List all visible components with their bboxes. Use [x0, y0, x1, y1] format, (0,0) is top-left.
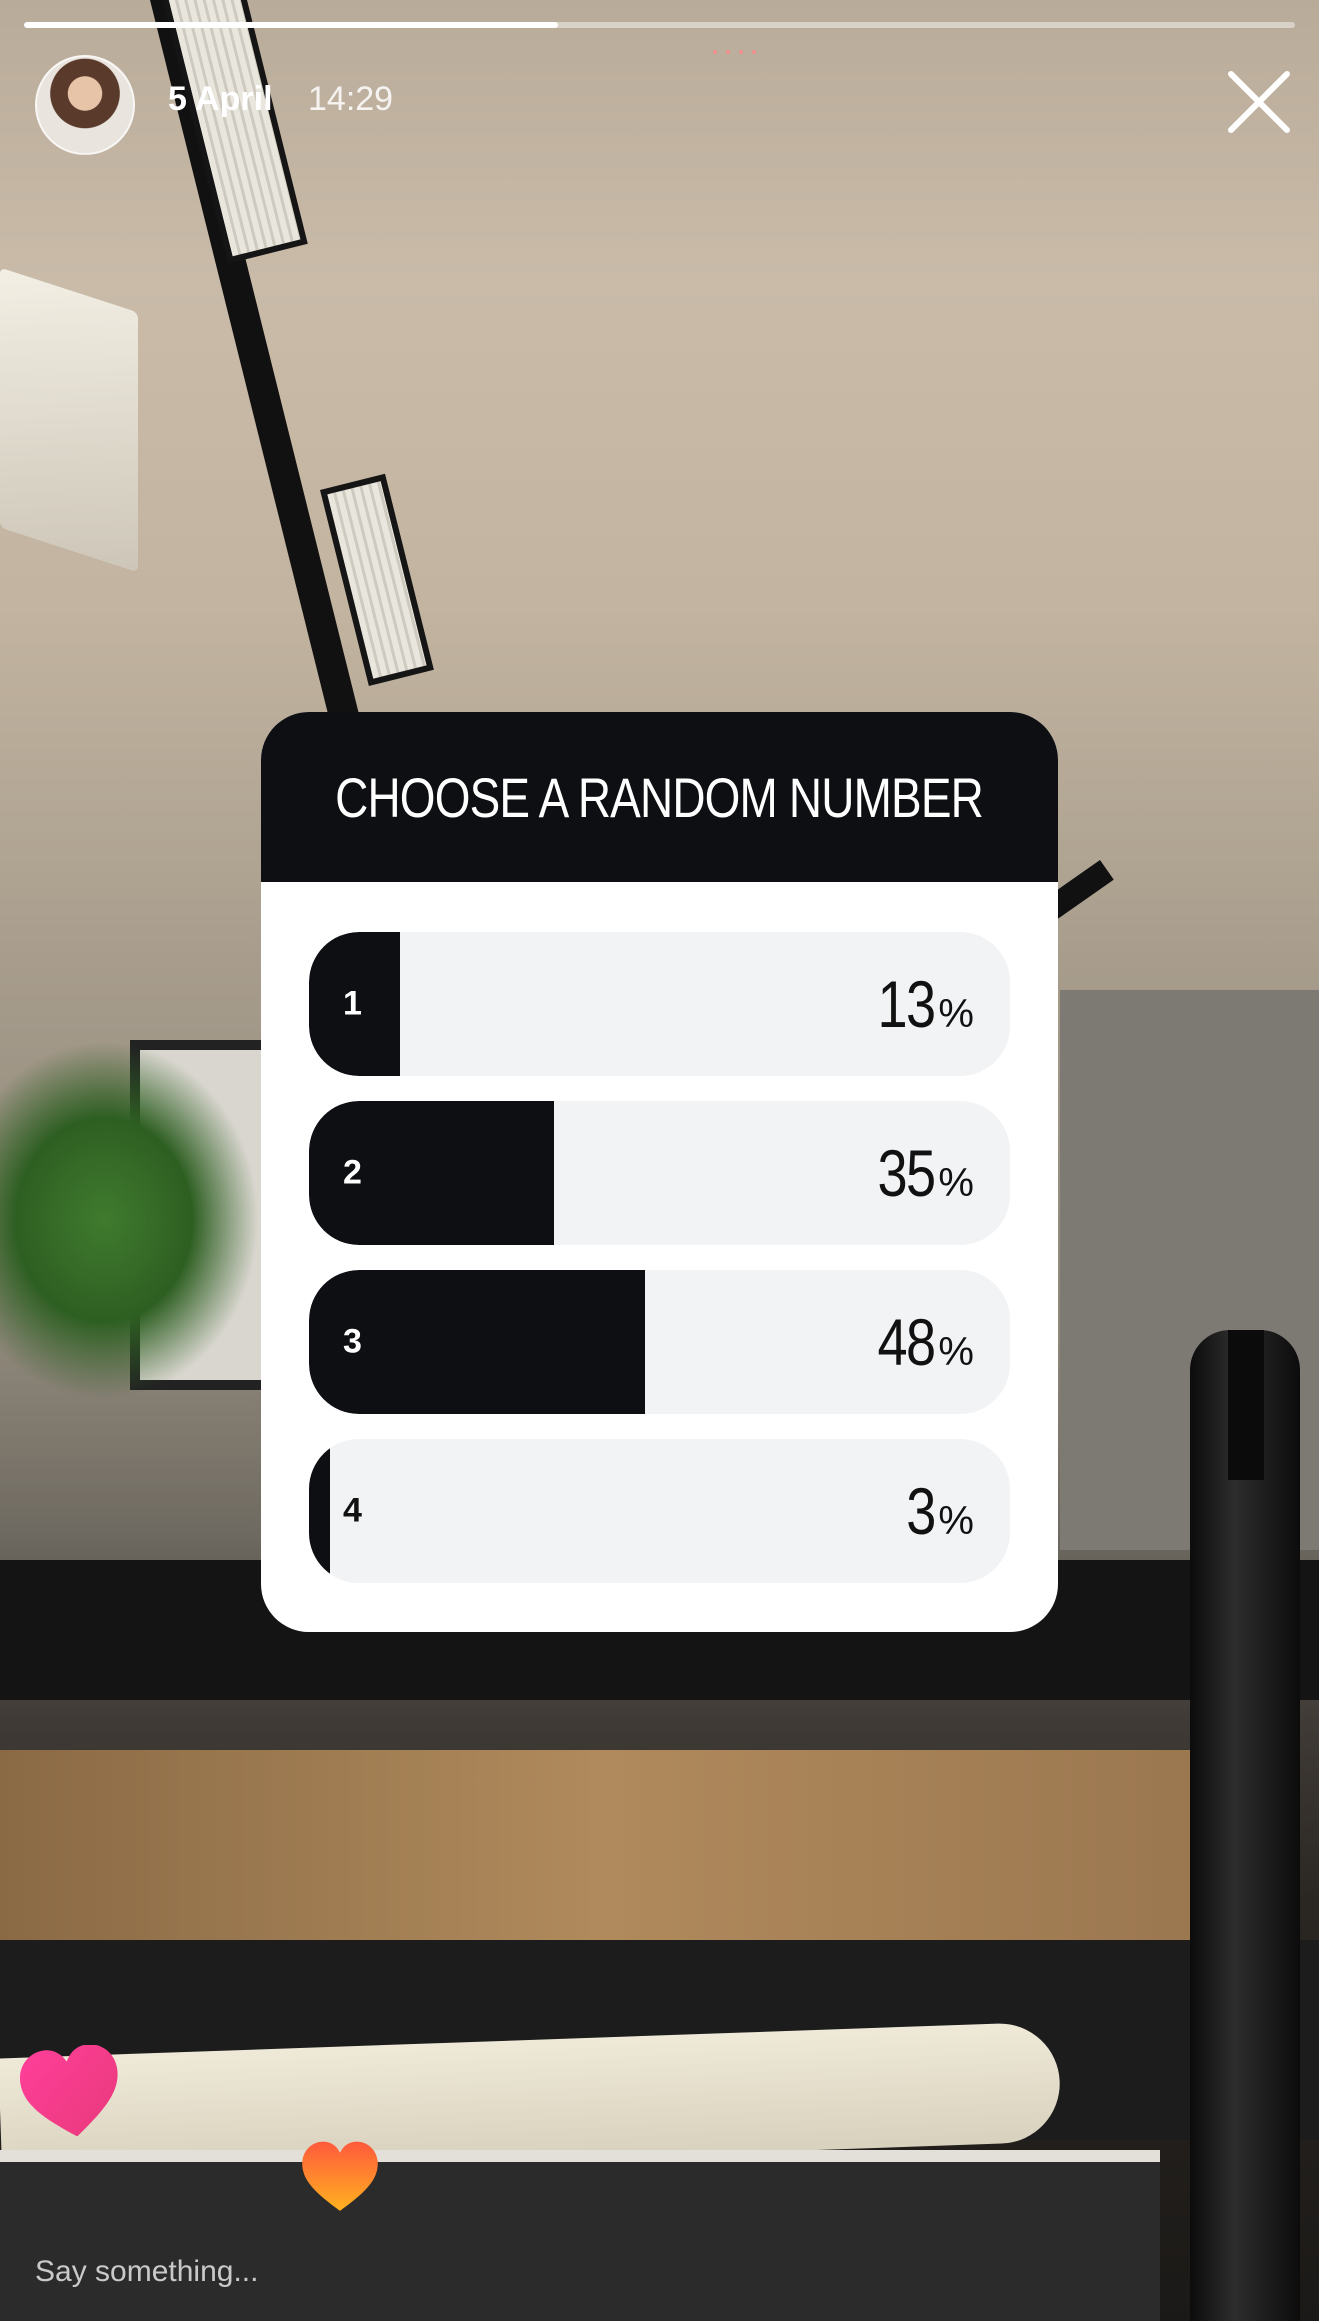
more-dots-icon[interactable]: [710, 48, 760, 56]
poll-option-3[interactable]: 3 48 %: [309, 1270, 1010, 1414]
poll-option-label: 1: [343, 984, 362, 1023]
power-strip: [0, 2150, 1160, 2321]
reply-input[interactable]: Say something...: [35, 2255, 258, 2289]
poll-option-percent-value: 3: [905, 1474, 936, 1548]
poll-option-label: 3: [343, 1322, 362, 1361]
floor: [0, 1750, 1200, 1970]
story-progress-bar: [24, 22, 1295, 28]
plant: [0, 1040, 260, 1400]
poll-option-2[interactable]: 2 35 %: [309, 1101, 1010, 1245]
poll-header: CHOOSE A RANDOM NUMBER: [261, 712, 1058, 882]
poll-options: 1 13 % 2 35 % 3 48 % 4 3 %: [309, 932, 1010, 1608]
poll-option-percent-value: 35: [877, 1136, 936, 1210]
poll-option-percent: 35 %: [865, 1135, 974, 1211]
poll-sticker: CHOOSE A RANDOM NUMBER 1 13 % 2 35 % 3 4…: [261, 712, 1058, 1632]
avatar[interactable]: [35, 55, 135, 155]
percent-symbol: %: [938, 1161, 974, 1205]
poll-option-percent: 13 %: [865, 966, 974, 1042]
poll-option-percent-value: 13: [877, 967, 936, 1041]
story-date: 5 April: [168, 80, 273, 118]
percent-symbol: %: [938, 1499, 974, 1543]
story-time: 14:29: [308, 80, 394, 118]
story-progress-fill: [24, 22, 558, 28]
poll-option-4[interactable]: 4 3 %: [309, 1439, 1010, 1583]
poll-option-fill: [309, 1439, 331, 1583]
poll-option-percent: 3 %: [900, 1473, 974, 1549]
poll-option-label: 2: [343, 1153, 362, 1192]
percent-symbol: %: [938, 1330, 974, 1374]
poll-option-percent: 48 %: [865, 1304, 974, 1380]
poll-option-percent-value: 48: [877, 1305, 936, 1379]
projector: [0, 267, 138, 573]
heart-icon[interactable]: [20, 2045, 122, 2141]
poll-option-label: 4: [343, 1491, 362, 1530]
poll-option-1[interactable]: 1 13 %: [309, 932, 1010, 1076]
close-icon[interactable]: [1225, 68, 1293, 136]
poll-question: CHOOSE A RANDOM NUMBER: [335, 765, 985, 829]
heart-icon[interactable]: [300, 2140, 380, 2214]
bottle-neck: [1228, 1330, 1264, 1480]
percent-symbol: %: [938, 992, 974, 1036]
